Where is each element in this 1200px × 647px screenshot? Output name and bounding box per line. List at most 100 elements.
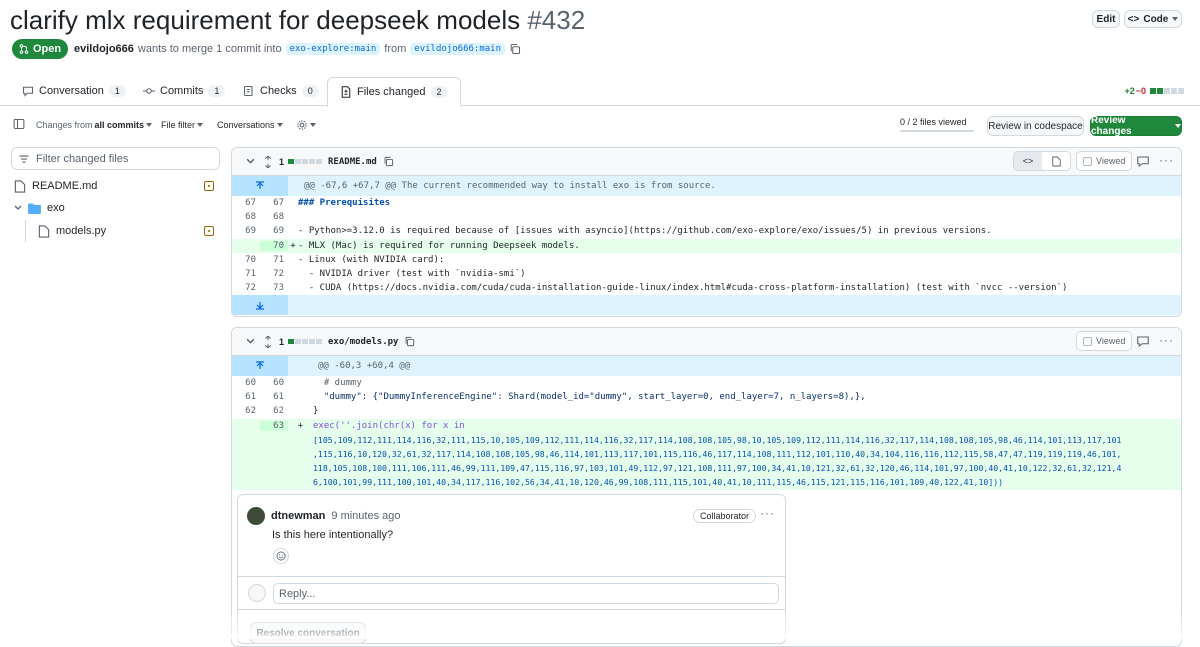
copy-icon[interactable] xyxy=(509,43,521,55)
collaborator-badge: Collaborator xyxy=(693,509,757,523)
code-icon: <> xyxy=(1127,13,1140,25)
tab-conversation[interactable]: Conversation 1 xyxy=(22,76,126,106)
new-line-number: 69 xyxy=(273,226,284,237)
line-code: ,115,116,10,120,32,61,32,117,114,108,108… xyxy=(313,449,1122,460)
avatar xyxy=(248,584,266,602)
tree-item-models-py[interactable]: models.py xyxy=(38,220,220,242)
tab-checks[interactable]: Checks 0 xyxy=(243,76,319,106)
conversations-label: Conversations xyxy=(217,120,275,130)
comment-header: dtnewman 9 minutes ago xyxy=(247,507,401,525)
tree-item-exo-folder[interactable]: exo xyxy=(14,197,220,219)
chevron-down-icon[interactable] xyxy=(246,157,255,166)
settings-dropdown[interactable] xyxy=(296,119,316,131)
tab-conversation-label: Conversation xyxy=(39,85,104,97)
file-icon xyxy=(14,179,26,193)
kebab-menu-icon[interactable]: ··· xyxy=(760,506,775,520)
new-line-number: 70 xyxy=(260,240,288,251)
old-line-number: 71 xyxy=(245,269,256,280)
file-modified-icon xyxy=(204,181,214,191)
pr-author-link[interactable]: evildojo666 xyxy=(74,43,134,55)
new-line-number: 63 xyxy=(260,420,288,431)
pr-title: clarify mlx requirement for deepseek mod… xyxy=(10,2,585,38)
file-filter-dropdown[interactable]: File filter xyxy=(161,120,204,130)
status-badge: Open xyxy=(12,39,68,59)
pr-number: #432 xyxy=(527,5,586,35)
checkbox-icon xyxy=(1083,336,1092,346)
edit-button-label: Edit xyxy=(1096,13,1116,25)
filter-placeholder: Filter changed files xyxy=(36,152,129,165)
file-name[interactable]: README.md xyxy=(328,157,377,167)
review-in-codespace-button[interactable]: Review in codespace xyxy=(987,116,1084,136)
hunk-text: @@ -60,3 +60,4 @@ xyxy=(318,361,411,371)
expand-down-icon[interactable] xyxy=(232,295,288,316)
line-code: # dummy xyxy=(313,378,362,389)
head-branch[interactable]: evildojo666:main xyxy=(410,43,505,55)
edit-button[interactable]: Edit xyxy=(1092,10,1120,28)
viewed-label: Viewed xyxy=(1096,156,1126,166)
code-button[interactable]: <> Code xyxy=(1124,10,1182,28)
new-line-number: 68 xyxy=(273,212,284,223)
hunk-header: @@ -60,3 +60,4 @@ xyxy=(232,356,1181,376)
tab-files-changed[interactable]: Files changed 2 xyxy=(327,77,461,107)
chevron-down-icon[interactable] xyxy=(246,337,255,346)
filter-changed-files-input[interactable]: Filter changed files xyxy=(11,147,220,170)
tab-commits-label: Commits xyxy=(160,85,204,97)
file-header: 1 exo/models.py Viewed ··· xyxy=(232,328,1181,356)
folder-icon xyxy=(28,202,41,214)
changes-from-dropdown[interactable]: Changes from all commits xyxy=(36,120,153,130)
add-reaction-icon[interactable] xyxy=(273,548,289,564)
tree-item-readme[interactable]: README.md xyxy=(14,175,220,197)
review-codespace-label: Review in codespace xyxy=(988,120,1083,132)
conversations-dropdown[interactable]: Conversations xyxy=(217,120,283,130)
old-line-number: 69 xyxy=(245,226,256,237)
old-line-number: 70 xyxy=(245,254,256,265)
viewed-checkbox[interactable]: Viewed xyxy=(1076,151,1133,171)
comment-icon[interactable] xyxy=(1137,156,1149,167)
viewed-checkbox[interactable]: Viewed xyxy=(1076,331,1133,351)
comment-author[interactable]: dtnewman xyxy=(271,510,325,522)
new-line-number: 73 xyxy=(273,283,284,294)
copy-icon[interactable] xyxy=(383,156,394,167)
resolve-conversation-label: Resolve conversation xyxy=(256,627,360,639)
file-modified-icon xyxy=(204,226,214,236)
avatar[interactable] xyxy=(247,507,265,525)
new-line-number: 71 xyxy=(273,254,284,265)
file-filter-label: File filter xyxy=(161,120,196,130)
resolve-conversation-button[interactable]: Resolve conversation xyxy=(250,622,366,644)
diff-line-added: 118,105,108,100,111,106,111,46,99,111,10… xyxy=(232,461,1181,476)
file-name[interactable]: exo/models.py xyxy=(328,337,398,347)
comment-timestamp[interactable]: 9 minutes ago xyxy=(331,510,400,522)
pull-request-icon xyxy=(19,44,29,54)
tab-checks-count: 0 xyxy=(301,85,319,97)
diff-sign: + xyxy=(290,240,296,251)
kebab-menu-icon[interactable]: ··· xyxy=(1159,333,1174,347)
copy-icon[interactable] xyxy=(404,336,415,347)
diff-line: 69 69 - Python>=3.12.0 is required becaus… xyxy=(232,224,1181,238)
checklist-icon xyxy=(243,85,253,97)
hunk-text: @@ -67,6 +67,7 @@ The current recommende… xyxy=(304,181,716,191)
old-line-number: 72 xyxy=(245,283,256,294)
code-view-icon[interactable]: <> xyxy=(1014,152,1042,170)
file-view-icon[interactable] xyxy=(1042,152,1070,170)
pr-title-text: clarify mlx requirement for deepseek mod… xyxy=(10,5,521,35)
expand-up-icon[interactable] xyxy=(232,356,288,376)
divider xyxy=(238,609,785,610)
kebab-menu-icon[interactable]: ··· xyxy=(1159,153,1174,167)
line-code: - CUDA (https://docs.nvidia.com/cuda/cud… xyxy=(298,283,1068,294)
expand-up-icon[interactable] xyxy=(232,176,288,196)
comment-body: Is this here intentionally? xyxy=(272,529,394,541)
line-code: 118,105,108,100,111,106,111,46,99,111,10… xyxy=(313,463,1122,474)
comment-icon[interactable] xyxy=(1137,336,1149,347)
expand-all-icon[interactable] xyxy=(263,155,273,168)
expand-all-icon[interactable] xyxy=(263,335,273,348)
toggle-file-tree-icon[interactable] xyxy=(13,118,25,130)
chevron-down-icon xyxy=(197,123,204,127)
reply-input[interactable]: Reply... xyxy=(273,583,779,604)
base-branch[interactable]: exo-explore:main xyxy=(285,43,381,55)
status-label: Open xyxy=(32,43,62,55)
old-line-number: 67 xyxy=(245,198,256,209)
new-line-number: 72 xyxy=(273,269,284,280)
review-changes-button[interactable]: Review changes xyxy=(1090,115,1182,137)
commit-icon xyxy=(143,88,155,94)
tab-commits[interactable]: Commits 1 xyxy=(143,76,226,106)
